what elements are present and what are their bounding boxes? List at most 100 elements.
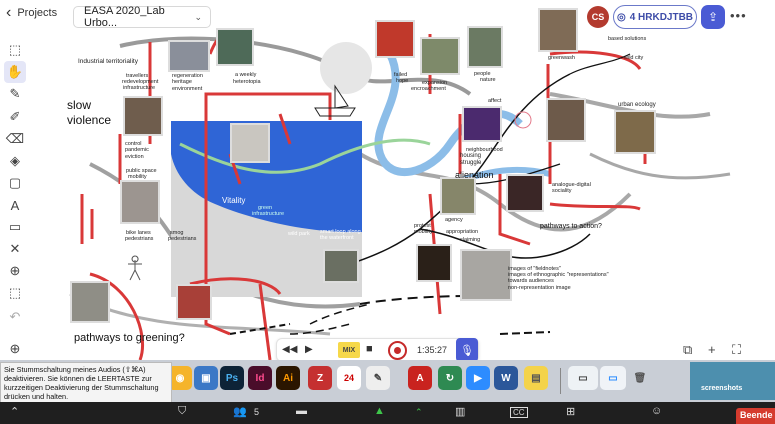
security-icon[interactable]: ⛉ [178, 405, 186, 418]
photo-regeneration[interactable] [168, 40, 210, 72]
polls-icon[interactable]: ▥ [455, 405, 465, 418]
target-icon[interactable]: ⊕ [4, 260, 26, 282]
preview-icon[interactable]: ▣ [194, 366, 218, 390]
undo-icon[interactable]: ↶ [4, 306, 26, 328]
heading-vitality: Vitality [222, 196, 246, 205]
board-title: EASA 2020_Lab Urbo... [84, 5, 165, 29]
photo-bike-lanes[interactable] [120, 180, 160, 224]
label-towards-audiences: towards audiences [508, 278, 554, 284]
audio-player: ◀◀ ▶ [276, 338, 479, 362]
photo-people-nature[interactable] [467, 26, 503, 68]
label-struggle: struggle [460, 160, 482, 166]
sync-icon[interactable]: ↻ [438, 366, 462, 390]
board-title-dropdown[interactable]: EASA 2020_Lab Urbo... ⌄ [73, 5, 211, 29]
word-icon[interactable]: W [494, 366, 518, 390]
photo-urban-ecology[interactable] [546, 98, 586, 142]
screenshots-folder[interactable] [690, 362, 775, 400]
photo-expansion[interactable] [420, 37, 460, 75]
fullscreen-icon[interactable]: ⛶ [732, 342, 741, 358]
label-nature: nature [480, 77, 496, 83]
shape-icon[interactable]: ▢ [4, 172, 26, 194]
sticky-icon[interactable]: ▭ [4, 216, 26, 238]
closed-caption-icon[interactable]: CC [510, 407, 528, 418]
label-appropriation: appropriation [446, 229, 479, 235]
mic-icon[interactable]: 🎙 [456, 338, 478, 362]
photo-alienation[interactable] [440, 177, 476, 215]
record-icon[interactable] [388, 341, 407, 360]
end-meeting-button[interactable]: Beende [736, 408, 775, 424]
label-infrastructure-map: infrastructure [252, 211, 285, 217]
acrobat-icon[interactable]: A [408, 366, 432, 390]
left-toolbar: ⬚ ✋ ✎ ✐ ⌫ ◈ ▢ A ▭ ✕ ⊕ ⬚ ↶ ⊕ [0, 36, 30, 358]
text-icon[interactable]: A [4, 194, 26, 216]
dock-separator [560, 368, 561, 394]
zotero-icon[interactable]: Z [308, 366, 332, 390]
zoom-in-icon[interactable]: ⊕ [4, 338, 26, 360]
window-thumb-icon[interactable]: ▭ [568, 366, 598, 390]
play-icon[interactable]: ▶ [305, 344, 313, 355]
share-button[interactable]: ⇪ [701, 5, 725, 29]
share-icon: ⇪ [707, 10, 719, 24]
calendar-icon[interactable]: 24 [337, 366, 361, 390]
photo-affect[interactable] [462, 106, 502, 142]
photo-weekly-heterotopia[interactable] [216, 28, 254, 66]
participants-icon[interactable]: 👥 [233, 405, 247, 418]
whiteboard-canvas[interactable]: Industrial territoriality travellers red… [30, 8, 753, 360]
photo-smart-loop[interactable] [323, 249, 359, 283]
collaborators-button[interactable]: ◎ 4 HRKDJTBB [613, 5, 697, 29]
indesign-icon[interactable]: Id [248, 366, 272, 390]
more-icon[interactable]: ••• [730, 8, 747, 23]
plus-icon[interactable]: + [708, 342, 716, 357]
zoom-window-icon[interactable]: ▭ [600, 366, 626, 390]
connector-icon[interactable]: ✕ [4, 238, 26, 260]
share-screen-icon[interactable]: ▲ [374, 405, 385, 417]
fill-icon[interactable]: ◈ [4, 150, 26, 172]
breakout-icon[interactable]: ⊞ [566, 405, 575, 418]
photoshop-icon[interactable]: Ps [220, 366, 244, 390]
photo-pathways[interactable] [70, 281, 110, 323]
chevron-up-icon[interactable]: ⌃ [10, 405, 19, 418]
photo-insect-hotel[interactable] [614, 110, 656, 154]
photo-vitality[interactable] [230, 123, 270, 163]
photo-greenwash[interactable] [538, 8, 578, 52]
avatar[interactable]: CS [587, 6, 609, 28]
pen-icon[interactable]: ✎ [4, 83, 26, 105]
zoom-app-icon[interactable]: ▶ [466, 366, 490, 390]
participants-count: 5 [254, 407, 260, 417]
label-wild-city: wild city [624, 55, 644, 61]
label-mobility-2: mobility [414, 229, 433, 235]
rewind-icon[interactable]: ◀◀ [282, 344, 297, 355]
photo-protest[interactable] [416, 244, 452, 282]
minimize-icon[interactable]: ⧉ [683, 342, 692, 358]
label-mobility: mobility [128, 174, 147, 180]
share-options-icon[interactable]: ⌃ [415, 407, 423, 418]
back-to-projects-button[interactable]: ‹ Projects [6, 5, 58, 21]
reactions-icon[interactable]: ☺ [651, 405, 662, 417]
recording-timer: 1:35:27 [417, 345, 448, 355]
marker-icon[interactable]: ✐ [4, 106, 26, 128]
stickies-icon[interactable]: ▤ [524, 366, 548, 390]
illustrator-icon[interactable]: Ai [276, 366, 300, 390]
photo-sociality[interactable] [506, 174, 544, 212]
select-icon[interactable]: ⬚ [4, 39, 26, 61]
mute-tooltip: Sie Stummschaltung meines Audios (⇧⌘A) d… [0, 362, 172, 406]
label-non-representation: non-representation image [508, 285, 571, 291]
photo-red-lane[interactable] [176, 284, 212, 320]
projects-label: Projects [17, 7, 58, 19]
trash-icon[interactable]: 🗑 [628, 366, 652, 390]
frame-icon[interactable]: ⬚ [4, 282, 26, 304]
label-infrastructure: infrastructure [123, 85, 156, 91]
photo-fieldnotes[interactable] [460, 249, 512, 301]
screenshots-label: screenshots [701, 385, 743, 392]
photo-failed-hope[interactable] [375, 20, 415, 58]
textedit-icon[interactable]: ✎ [366, 366, 390, 390]
stop-icon[interactable]: ■ [366, 343, 373, 355]
hand-icon[interactable]: ✋ [4, 61, 26, 83]
chat-icon[interactable]: ▬ [296, 405, 307, 417]
eraser-icon[interactable]: ⌫ [4, 128, 26, 150]
chevron-down-icon: ⌄ [194, 11, 202, 22]
mix-button[interactable]: MIX [338, 342, 360, 358]
label-hope: hope [396, 78, 409, 84]
photo-control-eviction[interactable] [123, 96, 163, 136]
heading-alienation: alienation [455, 170, 494, 180]
